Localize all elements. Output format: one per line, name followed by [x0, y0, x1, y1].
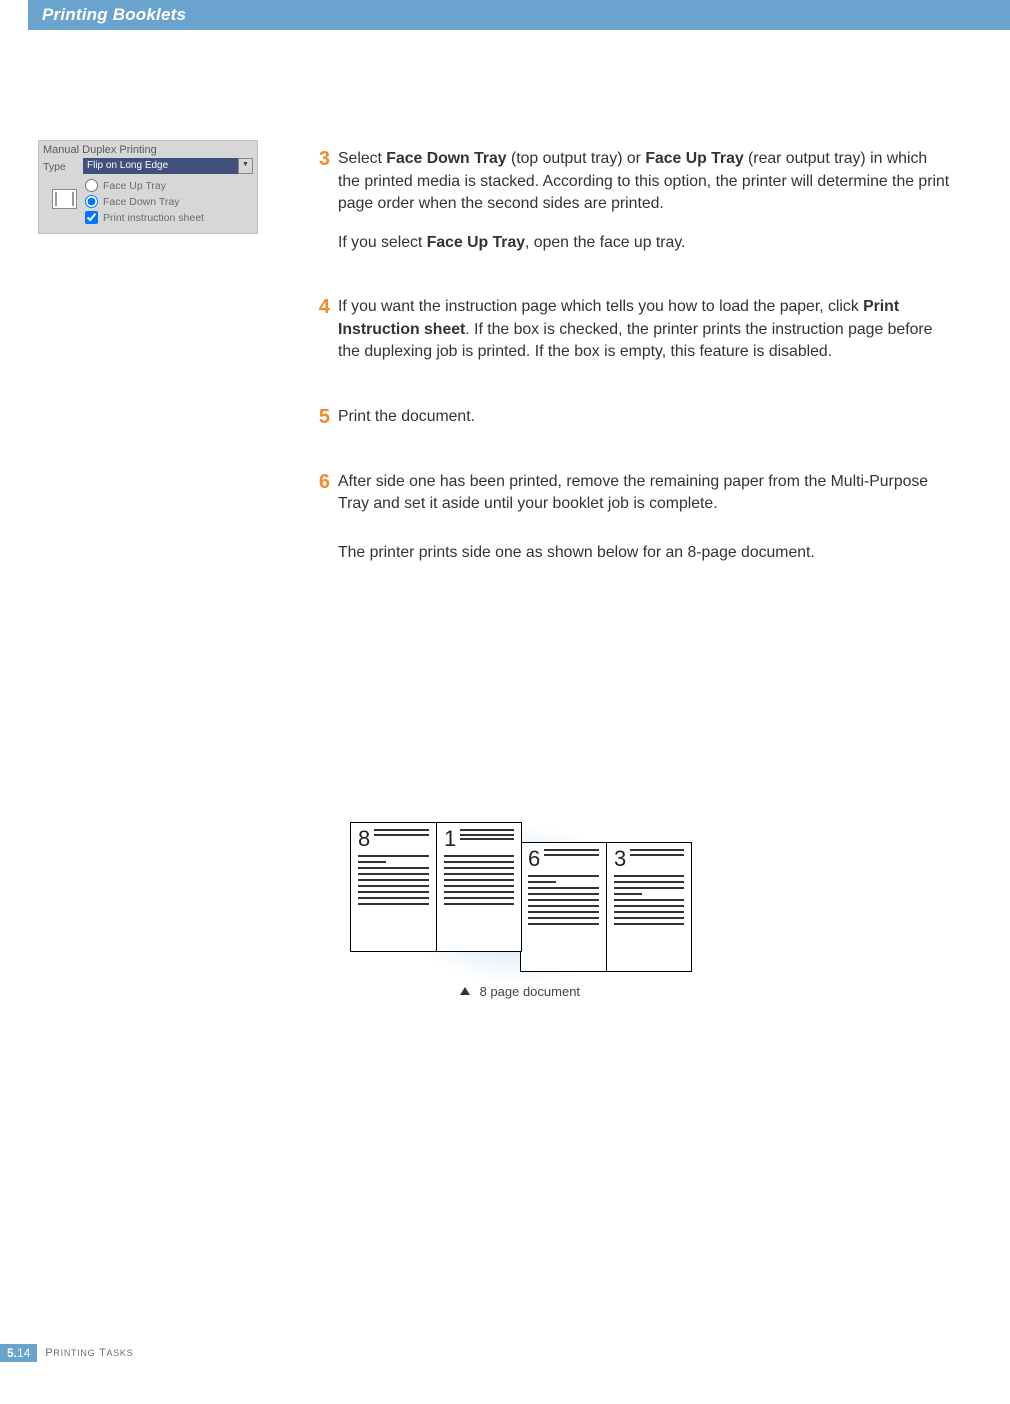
step-text: The printer prints side one as shown bel…	[338, 542, 950, 565]
chevron-down-icon[interactable]: ▼	[238, 158, 253, 174]
step-number: 3	[310, 148, 338, 258]
step-text: If you want the instruction page which t…	[338, 296, 950, 364]
instruction-steps: 3 Select Face Down Tray (top output tray…	[310, 148, 950, 568]
section-title: PRINTING TASKS	[37, 1344, 133, 1362]
page-footer: 5.14 PRINTING TASKS	[0, 1344, 133, 1362]
page-number-badge: 5.14	[0, 1344, 37, 1362]
diagram-caption-text: 8 page document	[480, 984, 580, 999]
type-select[interactable]: Flip on Long Edge ▼	[83, 158, 253, 174]
diagram-sheet-back: 6 3	[520, 842, 692, 972]
step-text: After side one has been printed, remove …	[338, 471, 950, 516]
face-up-tray-radio-label: Face Up Tray	[103, 180, 166, 192]
manual-duplex-panel: Manual Duplex Printing Type Flip on Long…	[38, 140, 258, 234]
face-down-tray-radio-input[interactable]	[85, 195, 98, 208]
print-instruction-checkbox-label: Print instruction sheet	[103, 212, 204, 224]
type-label: Type	[43, 159, 83, 173]
type-select-value: Flip on Long Edge	[87, 160, 168, 171]
footer-chapter: 5.	[7, 1346, 17, 1360]
print-instruction-checkbox[interactable]: Print instruction sheet	[85, 211, 253, 224]
print-instruction-checkbox-input[interactable]	[85, 211, 98, 224]
footer-page: 14	[17, 1346, 30, 1360]
footer-sm: ASKS	[107, 1348, 134, 1358]
footer-cap: P	[45, 1347, 53, 1359]
face-down-tray-radio-label: Face Down Tray	[103, 196, 179, 208]
panel-title: Manual Duplex Printing	[39, 141, 257, 158]
face-down-tray-radio[interactable]: Face Down Tray	[85, 195, 253, 208]
up-arrow-icon	[460, 987, 470, 995]
diagram-sheet-front: 8 1	[350, 822, 522, 952]
step-number: 5	[310, 406, 338, 433]
diagram-page-number: 6	[528, 849, 540, 869]
diagram-page-number: 8	[358, 829, 370, 849]
step-text: If you select Face Up Tray, open the fac…	[338, 232, 950, 255]
footer-sm: RINTING	[53, 1348, 95, 1358]
footer-cap: T	[99, 1347, 106, 1359]
page-header: Printing Booklets	[28, 0, 1010, 30]
step-text: Select Face Down Tray (top output tray) …	[338, 148, 950, 216]
face-up-tray-radio-input[interactable]	[85, 179, 98, 192]
step-number: 4	[310, 296, 338, 368]
page-title: Printing Booklets	[28, 0, 1010, 30]
duplex-preview-icon	[52, 189, 77, 209]
step-text: Print the document.	[338, 406, 950, 429]
face-up-tray-radio[interactable]: Face Up Tray	[85, 179, 253, 192]
diagram-page-number: 1	[444, 829, 456, 849]
step-number: 6	[310, 471, 338, 569]
diagram-page-number: 3	[614, 849, 626, 869]
diagram-caption: 8 page document	[330, 984, 710, 999]
